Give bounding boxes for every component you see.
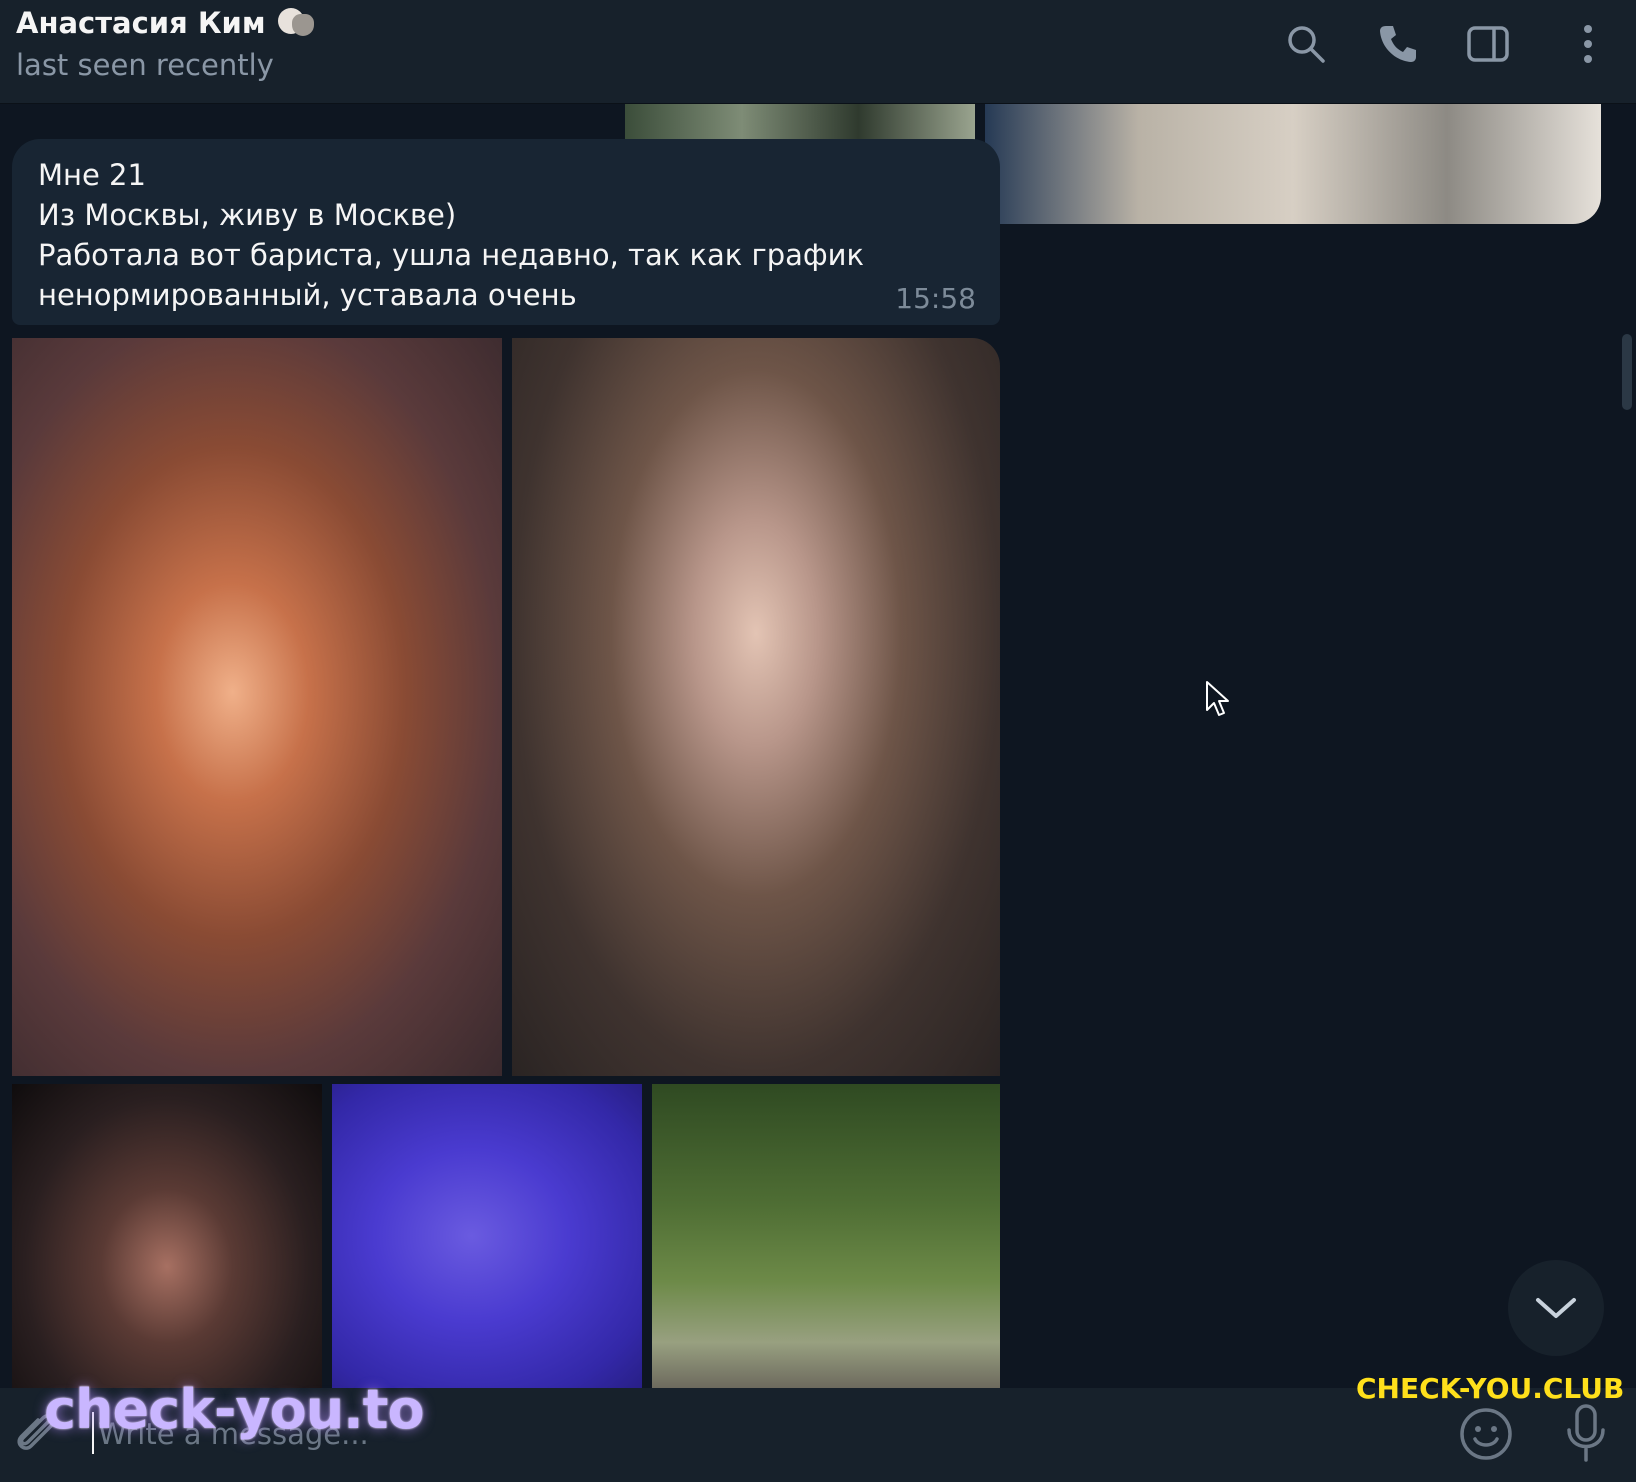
watermark-left: check-you.to — [44, 1378, 425, 1441]
album-photo[interactable] — [512, 338, 1000, 1076]
message-list[interactable]: Мне 21 Из Москвы, живу в Москве) Работал… — [0, 104, 1636, 1388]
album-photo[interactable] — [652, 1084, 1000, 1388]
contact-name-row[interactable]: Анастасия Ким — [16, 4, 320, 42]
chat-header: Анастасия Ким last seen recently — [0, 0, 1636, 104]
message-text-line: ненормированный, уставала очень — [38, 278, 577, 312]
album-photo[interactable] — [12, 338, 502, 1076]
album-photo[interactable] — [12, 1084, 322, 1388]
phone-icon[interactable] — [1376, 22, 1420, 66]
album-photo[interactable] — [332, 1084, 642, 1388]
chevron-down-icon — [1536, 1298, 1576, 1318]
message-bubble[interactable]: Мне 21 Из Москвы, живу в Москве) Работал… — [12, 139, 1000, 325]
microphone-icon[interactable] — [1562, 1402, 1610, 1466]
mouse-cursor-icon — [1205, 680, 1231, 718]
message-text-line: Мне 21 — [38, 158, 146, 192]
contact-name[interactable]: Анастасия Ким — [16, 6, 266, 40]
more-vertical-icon[interactable] — [1568, 22, 1608, 66]
emoji-icon[interactable] — [1458, 1406, 1514, 1462]
sidebar-toggle-icon[interactable] — [1466, 22, 1510, 66]
previous-photo[interactable] — [985, 104, 1601, 224]
scroll-to-bottom-button[interactable] — [1508, 1260, 1604, 1356]
message-time: 15:58 — [895, 282, 976, 315]
status-emoji-icon — [274, 4, 320, 42]
message-text-line: Из Москвы, живу в Москве) — [38, 198, 457, 232]
message-text-line: Работала вот бариста, ушла недавно, так … — [38, 238, 865, 272]
watermark-right: CHECK-YOU.CLUB — [1356, 1372, 1625, 1405]
scrollbar-thumb[interactable] — [1622, 334, 1632, 410]
last-seen-status: last seen recently — [16, 48, 274, 82]
search-icon[interactable] — [1284, 22, 1328, 66]
